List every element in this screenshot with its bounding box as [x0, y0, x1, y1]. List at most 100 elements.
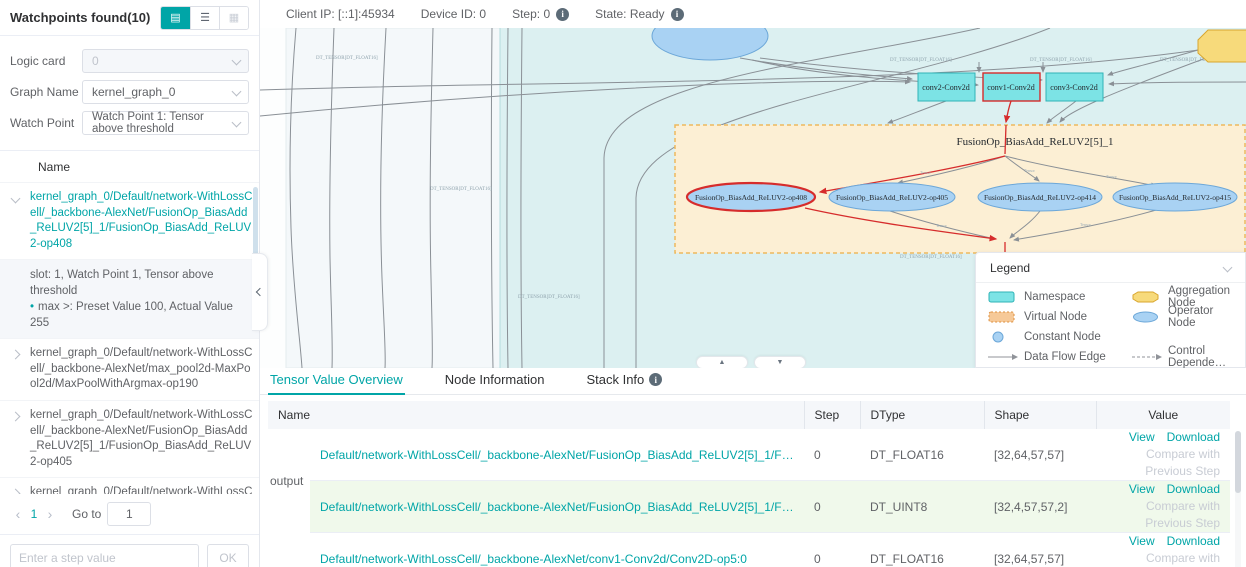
legend-label: Operator Node — [1168, 308, 1233, 325]
watchpoints-sidebar: Watchpoints found(10) ▤ ☰ ▦ Logic card 0… — [0, 0, 260, 567]
watchpoint-list: kernel_graph_0/Default/network-WithLossC… — [0, 182, 259, 494]
debugger-window: Watchpoints found(10) ▤ ☰ ▦ Logic card 0… — [0, 0, 1246, 567]
view-link[interactable]: View — [1129, 534, 1155, 548]
chevron-down-icon[interactable] — [0, 190, 30, 252]
svg-text:FusionOp_BiasAdd_ReLUV2-op415: FusionOp_BiasAdd_ReLUV2-op415 — [1119, 193, 1231, 202]
legend-label: Constant Node — [1024, 328, 1132, 345]
cell-step: 0 — [804, 481, 860, 533]
cell-step: 0 — [804, 533, 860, 567]
chevron-right-icon[interactable] — [0, 485, 30, 494]
goto-page-input[interactable] — [107, 502, 151, 526]
tab-stack-info[interactable]: Stack Infoi — [584, 368, 664, 393]
info-icon[interactable]: i — [671, 8, 684, 21]
col-value: Value — [1096, 401, 1230, 429]
legend-title: Legend — [990, 261, 1030, 275]
download-link[interactable]: Download — [1167, 534, 1220, 548]
list-item[interactable]: kernel_graph_0/Default/network-WithLossC… — [0, 478, 259, 494]
legend-label: Aggregation Node — [1168, 288, 1233, 305]
tab-node-information[interactable]: Node Information — [443, 368, 547, 393]
cell-dtype: DT_FLOAT16 — [860, 429, 984, 481]
graph-name-label: Graph Name — [10, 85, 82, 99]
prev-page-button[interactable]: ‹ — [10, 506, 26, 522]
view-link[interactable]: View — [1129, 482, 1155, 496]
col-name: Name — [268, 401, 804, 429]
tree-view-button[interactable]: ▤ — [161, 7, 190, 29]
chevron-down-icon — [232, 87, 242, 97]
chevron-down-icon — [232, 118, 242, 128]
graph-canvas[interactable]: DT_TENSOR[DT_FLOAT16] DT_TENSOR[DT_FLOAT… — [260, 28, 1246, 368]
table-row: input Default/network-WithLossCell/_back… — [268, 533, 1230, 567]
legend-label: Namespace — [1024, 288, 1132, 305]
goto-label: Go to — [72, 507, 101, 521]
aggregation-swatch — [1132, 288, 1168, 305]
list-view-button[interactable]: ☰ — [190, 7, 219, 29]
view-link[interactable]: View — [1129, 430, 1155, 444]
col-dtype: DType — [860, 401, 984, 429]
logic-card-label: Logic card — [10, 54, 82, 68]
svg-text:FusionOp_BiasAdd_ReLUV2-op414: FusionOp_BiasAdd_ReLUV2-op414 — [984, 193, 1096, 202]
col-shape: Shape — [984, 401, 1096, 429]
next-page-button[interactable]: › — [42, 506, 58, 522]
namespace-swatch — [988, 288, 1024, 305]
tab-tensor-value-overview[interactable]: Tensor Value Overview — [268, 368, 405, 395]
sidebar-collapse-handle[interactable] — [252, 253, 268, 331]
step-status: Step: 0 i — [512, 7, 569, 21]
conv-nodes: conv2-Conv2d conv1-Conv2d conv3-Conv2d — [918, 73, 1103, 101]
panel-expand-button[interactable]: ▲ — [696, 356, 748, 368]
sidebar-filters: Logic card 0 Graph Name kernel_graph_0 W… — [0, 36, 259, 144]
sidebar-header: Watchpoints found(10) ▤ ☰ ▦ — [0, 0, 259, 36]
step-value-input[interactable] — [10, 544, 199, 567]
bullet-icon: • — [30, 301, 34, 313]
device-id: Device ID: 0 — [421, 7, 486, 21]
svg-text:DT_TENSOR[DT_FLOAT16]: DT_TENSOR[DT_FLOAT16] — [900, 255, 962, 260]
download-link[interactable]: Download — [1167, 430, 1220, 444]
data-flow-edge-swatch — [988, 348, 1024, 365]
info-icon[interactable]: i — [556, 8, 569, 21]
tensor-table: Name Step DType Shape Value output Defau… — [268, 401, 1230, 567]
view-toggle-group: ▤ ☰ ▦ — [160, 6, 249, 30]
compare-link[interactable]: Compare with Previous Step — [1106, 498, 1220, 532]
chevron-down-icon[interactable] — [1223, 263, 1233, 273]
table-row: output Default/network-WithLossCell/_bac… — [268, 429, 1230, 481]
aggregation-node[interactable] — [1198, 30, 1246, 62]
tensor-name-link[interactable]: Default/network-WithLossCell/_backbone-A… — [320, 500, 794, 514]
ok-button[interactable]: OK — [207, 544, 249, 567]
list-item[interactable]: kernel_graph_0/Default/network-WithLossC… — [0, 183, 259, 260]
table-view-button[interactable]: ▦ — [219, 7, 248, 29]
group-label-input: input — [268, 533, 310, 567]
step-control: OK — [0, 534, 259, 567]
tensor-name-link[interactable]: Default/network-WithLossCell/_backbone-A… — [320, 552, 794, 566]
col-step: Step — [804, 401, 860, 429]
svg-text:Tensor: Tensor — [936, 223, 947, 228]
svg-text:Tensor: Tensor — [1024, 168, 1035, 173]
compare-link[interactable]: Compare with Previous Step — [1106, 550, 1220, 567]
client-ip: Client IP: [::1]:45934 — [286, 7, 395, 21]
table-scrollbar[interactable] — [1235, 431, 1241, 567]
current-page[interactable]: 1 — [26, 507, 42, 521]
pagination: ‹ 1 › Go to — [0, 494, 259, 534]
legend-label: Virtual Node — [1024, 308, 1132, 325]
svg-text:conv3-Conv2d: conv3-Conv2d — [1050, 83, 1098, 92]
svg-text:Tensor: Tensor — [920, 170, 931, 175]
list-item[interactable]: kernel_graph_0/Default/network-WithLossC… — [0, 401, 259, 478]
svg-text:DT_TENSOR[DT_FLOAT16]: DT_TENSOR[DT_FLOAT16] — [316, 56, 378, 61]
list-header-name: Name — [0, 150, 259, 182]
watch-point-select[interactable]: Watch Point 1: Tensor above threshold — [82, 111, 249, 135]
tensor-name-link[interactable]: Default/network-WithLossCell/_backbone-A… — [320, 448, 794, 462]
graph-subpanel — [286, 28, 500, 368]
list-item[interactable]: kernel_graph_0/Default/network-WithLossC… — [0, 339, 259, 401]
cell-dtype: DT_UINT8 — [860, 481, 984, 533]
cell-shape: [32,4,57,57,2] — [984, 481, 1096, 533]
table-row-highlighted: Default/network-WithLossCell/_backbone-A… — [268, 481, 1230, 533]
download-link[interactable]: Download — [1167, 482, 1220, 496]
chevron-right-icon[interactable] — [0, 346, 30, 393]
svg-text:DT_TENSOR[DT_FLOAT16]: DT_TENSOR[DT_FLOAT16] — [890, 58, 952, 63]
graph-name-select[interactable]: kernel_graph_0 — [82, 80, 249, 104]
logic-card-select[interactable]: 0 — [82, 49, 249, 73]
info-icon[interactable]: i — [649, 373, 662, 386]
compare-link[interactable]: Compare with Previous Step — [1106, 446, 1220, 480]
panel-collapse-button[interactable]: ▼ — [754, 356, 806, 368]
chevron-right-icon[interactable] — [0, 408, 30, 470]
list-scrollbar[interactable] — [253, 187, 258, 259]
constant-node-swatch — [988, 328, 1024, 345]
